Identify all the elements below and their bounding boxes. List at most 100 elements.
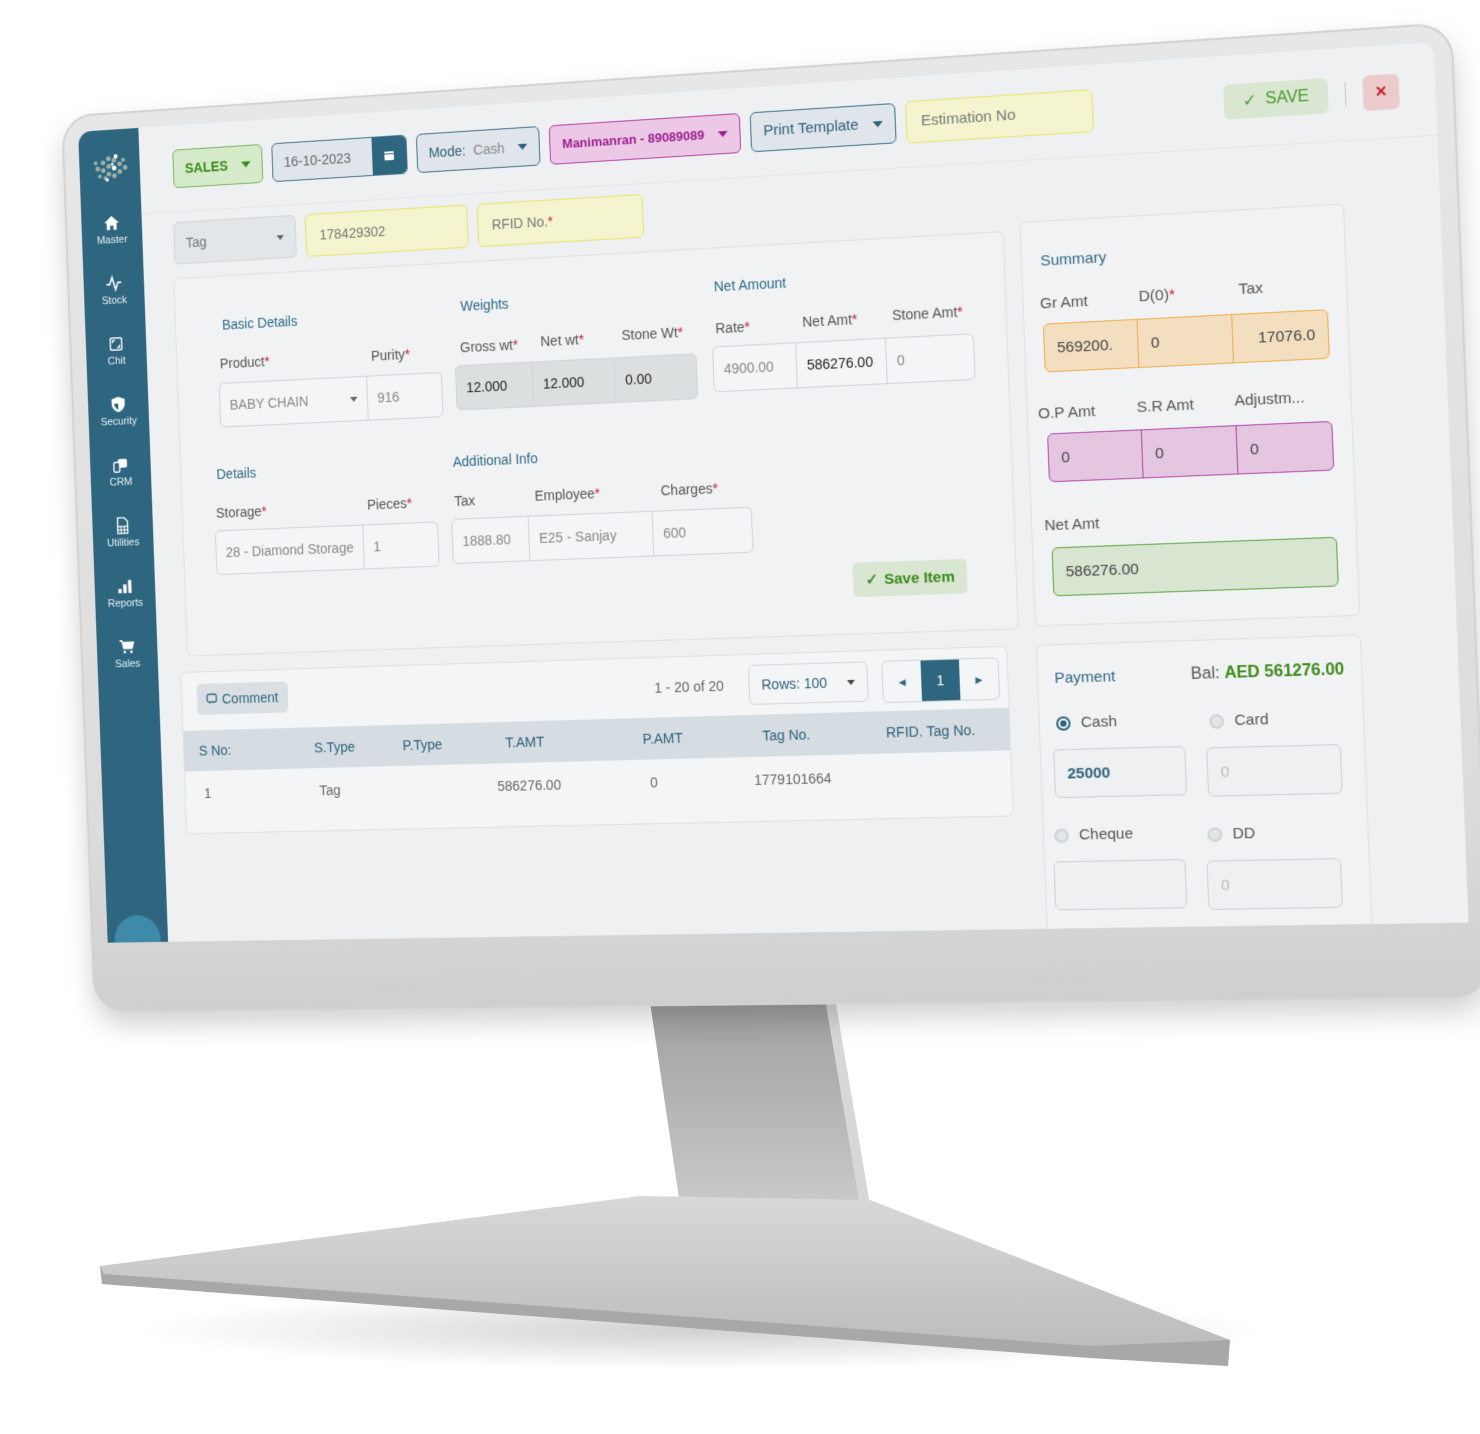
required-mark: * <box>547 213 554 230</box>
card-label: Card <box>1234 710 1269 730</box>
tax-input[interactable]: 1888.80 <box>452 516 531 564</box>
gr-amt-input[interactable]: 569200. <box>1043 319 1140 372</box>
column-header[interactable]: T.AMT <box>505 734 544 751</box>
tag-type-value: Tag <box>185 233 207 251</box>
discount-input[interactable]: 0 <box>1137 315 1235 367</box>
summary-tax-input[interactable]: 17076.0 <box>1232 310 1329 362</box>
pulse-icon <box>105 274 122 292</box>
brand-logo-icon <box>93 154 128 182</box>
charges-input[interactable]: 600 <box>653 508 753 556</box>
pieces-input[interactable]: 1 <box>363 522 438 568</box>
summary-card: Summary Gr Amt D(0)* Tax 569200. 0 17076… <box>1019 203 1361 627</box>
shield-icon <box>111 396 126 413</box>
storage-dropdown[interactable]: 28 - Diamond Storage <box>215 525 365 575</box>
sidebar-item-chit[interactable]: Chit <box>86 334 147 369</box>
sidebar-item-label: Security <box>100 415 138 429</box>
next-page-button[interactable]: ▸ <box>959 658 999 700</box>
rate-input[interactable]: 4900.00 <box>713 343 798 392</box>
op-amt-input[interactable]: 0 <box>1048 430 1144 482</box>
net-amt-total: 586276.00 <box>1051 536 1339 597</box>
cart-icon <box>119 638 136 654</box>
sr-amt-input[interactable]: 0 <box>1141 426 1239 478</box>
section-title-net-amount: Net Amount <box>713 274 787 295</box>
column-header[interactable]: P.Type <box>402 736 442 753</box>
sidebar-item-sales[interactable]: Sales <box>97 637 158 671</box>
customer-value: Manimanran - 89089089 <box>561 127 705 152</box>
label-stone-wt: Stone Wt* <box>621 324 684 344</box>
sidebar-item-label: CRM <box>109 476 133 489</box>
calendar-icon <box>383 150 394 161</box>
label-net-amt: Net Amt* <box>801 310 858 330</box>
transaction-type-value: SALES <box>184 157 229 176</box>
sidebar-item-security[interactable]: Security <box>88 394 149 429</box>
estimation-no-input[interactable]: Estimation No <box>904 88 1094 144</box>
radio-cash[interactable]: Cash <box>1055 713 1117 732</box>
document-grid-icon <box>114 517 131 535</box>
label-op-amt: O.P Amt <box>1037 402 1096 423</box>
floating-action-button[interactable] <box>114 914 162 943</box>
chevron-down-icon <box>872 120 883 128</box>
label-summary-net-amt: Net Amt <box>1044 515 1100 535</box>
radio-unselected-icon <box>1209 713 1225 729</box>
rows-per-page-dropdown[interactable]: Rows: 100 <box>747 661 869 705</box>
close-icon: × <box>1375 80 1388 102</box>
employee-dropdown[interactable]: E25 - Sanjay <box>528 511 655 561</box>
dd-amount-input[interactable]: 0 <box>1206 858 1343 910</box>
radio-card[interactable]: Card <box>1209 711 1269 730</box>
tag-type-dropdown[interactable]: Tag <box>173 214 297 265</box>
product-purity-group: BABY CHAIN 916 <box>218 371 444 428</box>
print-template-dropdown[interactable]: Print Template <box>749 102 897 152</box>
comment-button[interactable]: Comment <box>196 681 289 716</box>
stone-wt-input[interactable]: 0.00 <box>615 354 698 402</box>
sidebar-item-master[interactable]: Master <box>81 213 142 248</box>
column-header[interactable]: S.Type <box>314 739 355 756</box>
sidebar-item-label: Stock <box>101 294 128 308</box>
chevron-right-icon: ▸ <box>975 670 983 687</box>
date-input[interactable]: 16-10-2023 <box>272 137 373 180</box>
cheque-amount-input[interactable] <box>1053 858 1188 911</box>
gross-wt-input[interactable]: 12.000 <box>455 362 535 410</box>
column-header[interactable]: Tag No. <box>762 726 810 743</box>
label-summary-tax: Tax <box>1238 279 1264 299</box>
items-table-card: Comment 1 - 20 of 20 Rows: 100 ◂ 1 ▸ S N… <box>180 645 1014 835</box>
label-sr-amt: S.R Amt <box>1136 396 1195 417</box>
card-amount-input[interactable]: 0 <box>1206 744 1343 797</box>
additional-info-group: 1888.80 E25 - Sanjay 600 <box>451 506 754 565</box>
stone-amt-input[interactable]: 0 <box>886 334 975 383</box>
label-gross-wt: Gross wt* <box>459 336 519 356</box>
adjustment-input[interactable]: 0 <box>1237 422 1334 474</box>
sidebar-item-utilities[interactable]: Utilities <box>92 516 153 550</box>
section-title-basic-details: Basic Details <box>221 313 298 333</box>
chevron-down-icon <box>240 160 251 168</box>
chevron-down-icon <box>846 679 856 685</box>
crm-icon <box>112 458 128 474</box>
product-dropdown[interactable]: BABY CHAIN <box>219 376 369 427</box>
payment-mode-dropdown[interactable]: Mode: Cash <box>415 125 541 173</box>
date-picker[interactable]: 16-10-2023 <box>270 134 408 182</box>
close-button[interactable]: × <box>1362 72 1400 111</box>
pagination-info: 1 - 20 of 20 <box>654 677 725 696</box>
column-header[interactable]: P.AMT <box>642 730 683 747</box>
prev-page-button[interactable]: ◂ <box>882 661 922 703</box>
customer-dropdown[interactable]: Manimanran - 89089089 <box>548 112 742 165</box>
radio-dd[interactable]: DD <box>1207 825 1256 843</box>
save-button[interactable]: ✓ SAVE <box>1223 77 1329 120</box>
rfid-input[interactable]: RFID No. * <box>476 193 645 248</box>
net-amt-input[interactable]: 586276.00 <box>796 338 888 388</box>
column-header[interactable]: S No: <box>199 742 232 758</box>
column-header[interactable]: RFID. Tag No. <box>886 722 976 741</box>
label-pieces: Pieces* <box>366 495 413 513</box>
purity-input[interactable]: 916 <box>367 373 442 420</box>
tag-number-input[interactable]: 178429302 <box>304 204 469 258</box>
transaction-type-dropdown[interactable]: SALES <box>172 143 264 188</box>
page-button[interactable]: 1 <box>920 659 961 702</box>
sidebar-item-label: Master <box>96 233 128 247</box>
net-wt-input[interactable]: 12.000 <box>532 358 617 406</box>
save-item-button[interactable]: ✓ Save Item <box>852 558 968 598</box>
calendar-button[interactable] <box>371 135 407 175</box>
cash-amount-input[interactable]: 25000 <box>1053 745 1188 799</box>
radio-cheque[interactable]: Cheque <box>1054 825 1134 844</box>
sidebar-item-reports[interactable]: Reports <box>94 576 155 610</box>
sidebar-item-crm[interactable]: CRM <box>90 455 151 489</box>
sidebar-item-stock[interactable]: Stock <box>83 273 144 308</box>
